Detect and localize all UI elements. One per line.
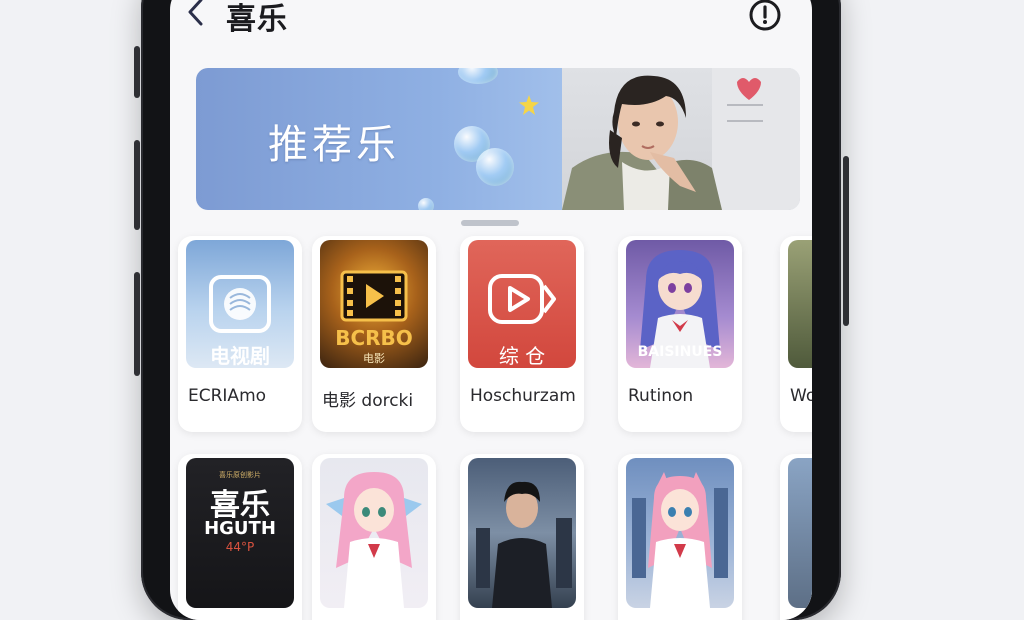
app-screen: 喜乐 推荐乐 电视剧 ECRIAmo BCRBO 电影 电影 dorcki 综 … [170,0,812,620]
card-cover [468,458,576,608]
card-cover [626,458,734,608]
card-cover: 喜乐原创影片 喜乐 HGUTH 44°P [186,458,294,608]
card-caption: ECRIAmo [188,386,267,406]
card-art-text: 综 仓 [498,344,546,368]
card-art-text: BAISINUES [637,344,723,360]
play-icon [488,274,556,324]
card-cover [788,458,812,608]
content-card[interactable]: 喜乐原创影片 喜乐 HGUTH 44°P [178,454,302,620]
card-art-subtext-2: 44°P [225,540,255,554]
card-art-subtext: HGUTH [204,518,276,539]
info-button[interactable] [748,0,782,32]
banner-portrait [562,68,800,210]
content-card[interactable] [780,454,812,620]
category-card[interactable]: BCRBO 电影 电影 dorcki [312,236,436,432]
header: 喜乐 [170,0,812,40]
phone-side-button [134,46,140,98]
content-card[interactable] [312,454,436,620]
alert-circle-icon [749,0,781,31]
card-cover [320,458,428,608]
phone-side-button [134,272,140,376]
card-caption: Wo [790,386,812,406]
bubble-decoration [458,68,498,84]
bubble-decoration [418,198,434,210]
card-art-subtext: 电影 [363,352,385,365]
card-caption: 电影 dorcki [322,391,414,411]
bubble-decoration [476,148,514,186]
content-card[interactable] [460,454,584,620]
category-card[interactable]: 综 仓 Hoschurzam [460,236,584,432]
card-caption: Hoschurzam [470,386,576,406]
card-cover: 综 仓 [468,240,576,368]
phone-side-button [843,156,849,326]
content-card[interactable] [618,454,742,620]
person-illustration [476,481,572,608]
category-card[interactable]: BAISINUES Rutinon [618,236,742,432]
phone-side-button [134,140,140,230]
back-button[interactable] [182,0,210,28]
card-art-small-text: 喜乐原创影片 [219,471,261,479]
anime-character-illustration [632,472,728,608]
film-reel-icon [340,270,408,322]
chevron-left-icon [188,0,203,26]
category-card[interactable]: Wo [780,236,812,432]
category-card[interactable]: 电视剧 ECRIAmo [178,236,302,432]
page-indicator [461,220,519,226]
page-title: 喜乐 [226,2,288,37]
tv-icon [209,275,271,333]
card-cover: 电视剧 [186,240,294,368]
card-cover: BCRBO 电影 [320,240,428,368]
card-cover [788,240,812,368]
anime-character-illustration [326,472,422,608]
featured-banner[interactable]: 推荐乐 [196,68,800,210]
card-caption: Rutinon [628,386,694,406]
banner-title: 推荐乐 [268,122,400,168]
card-art-text: BCRBO [335,326,413,350]
star-icon [519,95,539,115]
card-cover: BAISINUES [626,240,734,368]
card-art-text: 电视剧 [210,344,270,368]
